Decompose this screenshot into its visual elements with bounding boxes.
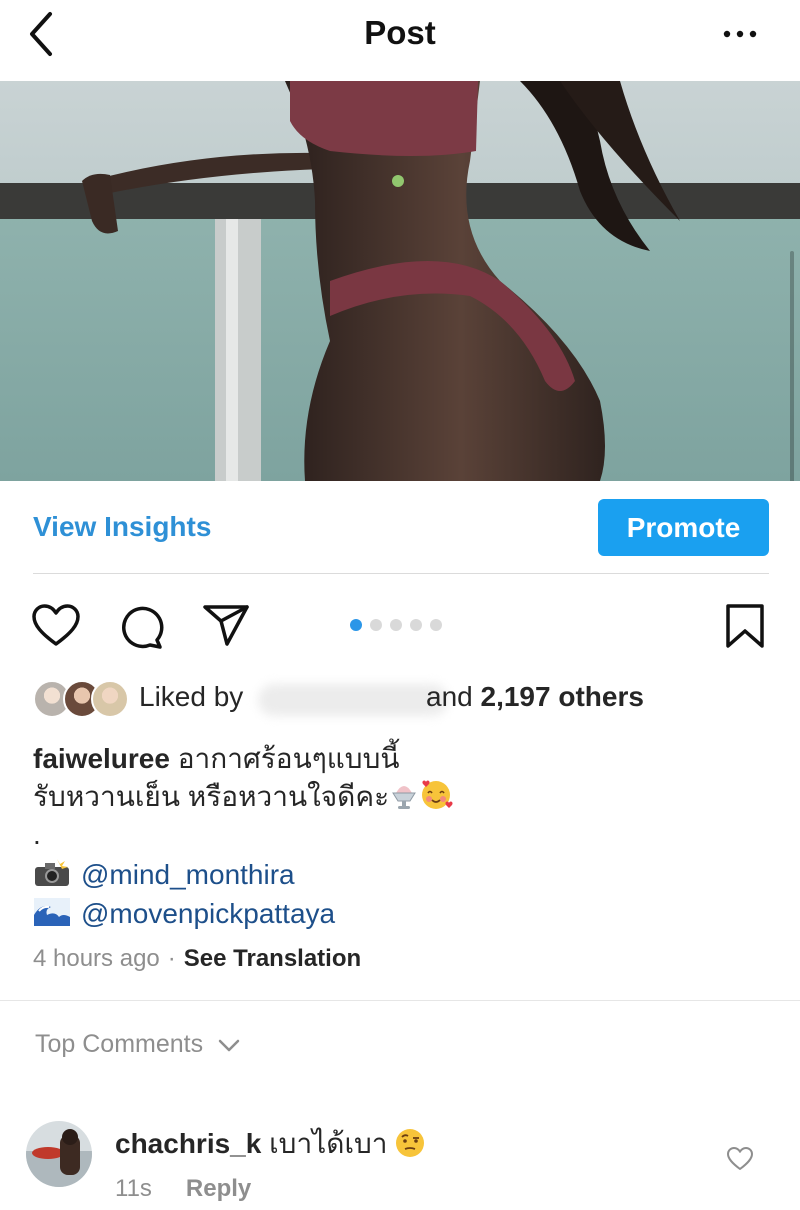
save-button[interactable] [725,603,765,649]
avatar[interactable] [26,1121,92,1187]
carousel-dot [430,619,442,631]
caption: faiweluree อากาศร้อนๆแบบนี้ รับหวานเย็น … [33,740,773,854]
comment-bubble-icon [122,606,164,649]
divider [0,1000,800,1001]
smiling-face-with-hearts-icon [422,780,453,809]
ellipsis-horizontal-icon [723,30,757,38]
page-title: Post [364,14,436,51]
like-button[interactable] [31,604,81,648]
comment-text-row: chachris_k เบาได้เบา [115,1122,426,1166]
post-time: 4 hours ago [33,945,160,972]
camera-with-flash-icon [35,859,69,886]
heart-icon [727,1147,753,1170]
carousel-dot [390,619,402,631]
heart-icon [32,604,80,646]
photo-image [0,81,800,481]
shaved-ice-emoji-icon [392,786,417,809]
likes-summary[interactable]: Liked by and 2,197 others [33,678,773,720]
top-comments-dropdown[interactable]: Top Comments [35,1030,241,1059]
comment-username[interactable]: chachris_k [115,1128,261,1159]
caption-line-2: รับหวานเย็น หรือหวานใจดีคะ [33,778,773,816]
likes-count[interactable]: 2,197 others [481,681,644,712]
paper-plane-icon [203,605,249,646]
liker-avatars [33,680,133,718]
view-insights-link[interactable]: View Insights [33,511,211,543]
comment-like-button[interactable] [726,1146,754,1172]
share-button[interactable] [202,604,250,646]
carousel-dot [410,619,422,631]
liked-by-label: Liked by [139,681,244,712]
face-with-raised-eyebrow-icon [395,1129,424,1157]
caption-text-2: รับหวานเย็น หรือหวานใจดีคะ [33,781,390,812]
post-photo[interactable] [0,81,800,481]
and-label: and [426,681,473,712]
comment-time: 11s [115,1175,152,1202]
caption-dot: . [33,819,41,850]
meta-separator: · [167,945,176,972]
promote-button[interactable]: Promote [598,499,769,556]
avatar [91,680,129,718]
water-wave-icon [34,898,70,926]
caption-line-1: faiweluree อากาศร้อนๆแบบนี้ [33,740,773,778]
post-meta: 4 hours ago · See Translation [33,945,361,973]
bookmark-icon [726,604,764,648]
see-translation-link[interactable]: See Translation [184,945,361,972]
top-comments-label: Top Comments [35,1030,204,1058]
mention-row-location: @movenpickpattaya [33,897,335,935]
top-bar: Post [0,0,800,80]
redacted-username [258,684,448,716]
divider [33,573,769,574]
carousel-dot-active [350,619,362,631]
likes-count-text: and 2,197 others [426,681,644,713]
carousel-indicator [350,619,442,631]
comment-button[interactable] [117,604,165,650]
chevron-down-icon [218,1039,240,1052]
comment-text: เบาได้เบา [269,1128,388,1159]
mention-row-photographer: @mind_monthira [33,858,295,896]
caption-username[interactable]: faiweluree [33,743,170,774]
reply-button[interactable]: Reply [186,1175,251,1202]
commenter-avatar-image [26,1121,92,1187]
mention-movenpickpattaya[interactable]: @movenpickpattaya [81,898,335,929]
caption-text-1: อากาศร้อนๆแบบนี้ [177,743,400,774]
scrollbar[interactable] [790,251,794,481]
comment-meta: 11s Reply [115,1175,251,1203]
carousel-dot [370,619,382,631]
more-options-button[interactable] [716,22,764,46]
mention-mind-monthira[interactable]: @mind_monthira [81,859,295,890]
